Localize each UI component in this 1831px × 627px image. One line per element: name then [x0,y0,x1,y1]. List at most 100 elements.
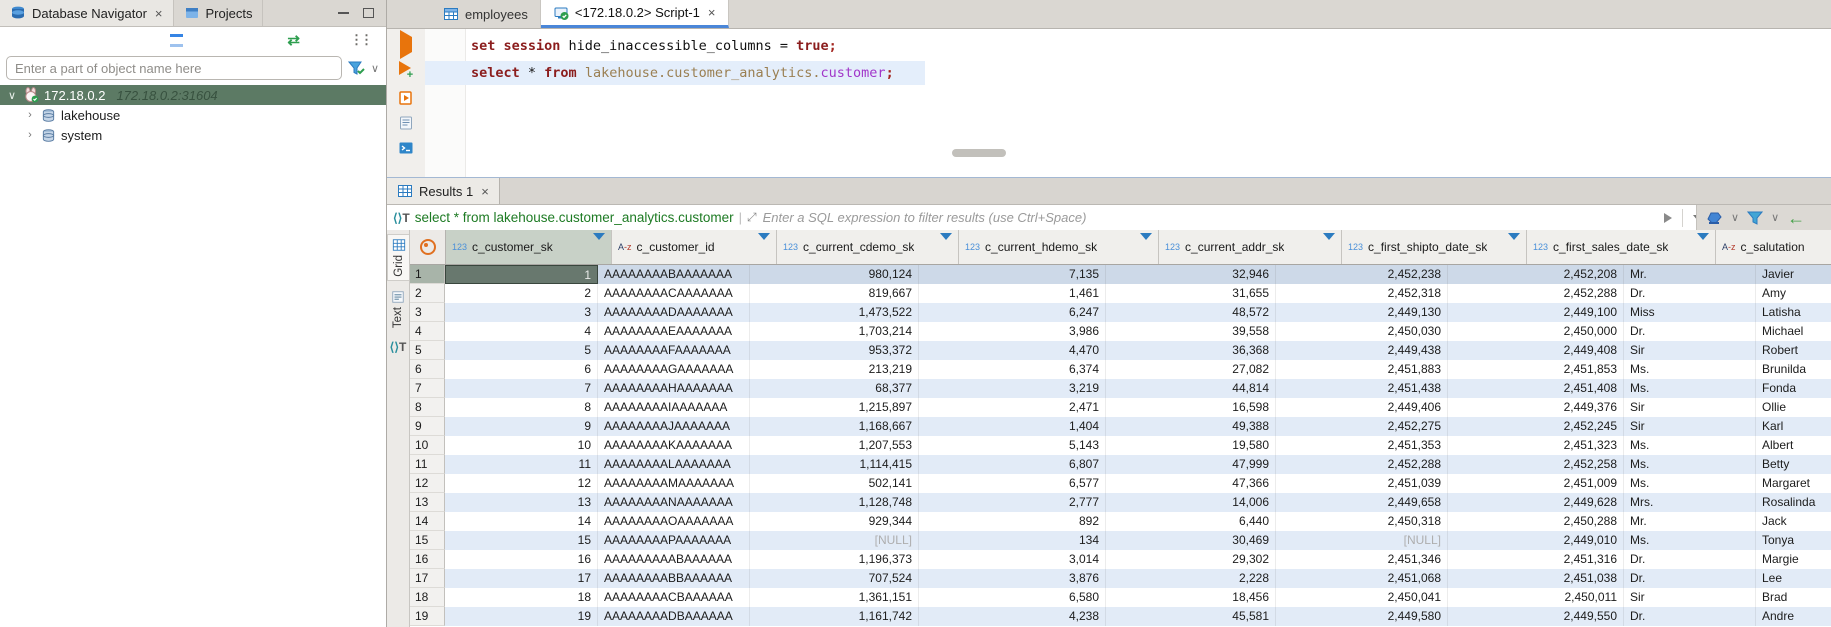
view-menu-icon[interactable]: ⋮⋮ [350,32,370,48]
tree-item-lakehouse[interactable]: ›lakehouse [0,105,386,125]
grid-cell[interactable]: Sir [1624,398,1756,417]
grid-cell[interactable]: 13 [445,493,598,512]
result-grid[interactable]: 123c_customer_skA-zc_customer_id123c_cur… [410,230,1831,627]
grid-cell[interactable]: 2,450,000 [1448,322,1624,341]
row-number[interactable]: 7 [410,379,445,398]
object-search-input[interactable] [6,56,342,80]
grid-cell[interactable]: 3,014 [919,550,1106,569]
grid-cell[interactable]: 2 [445,284,598,303]
grid-cell[interactable]: 4,238 [919,607,1106,626]
chevron-down-icon[interactable]: ∨ [371,62,379,75]
grid-cell[interactable]: Mr. [1624,512,1756,531]
grid-cell[interactable]: 2,451,316 [1448,550,1624,569]
grid-cell[interactable]: 19,580 [1106,436,1276,455]
table-row[interactable]: 1616AAAAAAAAABAAAAAA1,196,3733,01429,302… [410,550,1831,569]
grid-cell[interactable]: Michael [1756,322,1831,341]
grid-cell[interactable]: Margie [1756,550,1831,569]
grid-cell[interactable]: AAAAAAAAABAAAAAA [598,550,750,569]
grid-cell[interactable]: 2,449,408 [1448,341,1624,360]
grid-cell[interactable]: 4 [445,322,598,341]
table-row[interactable]: 22AAAAAAAACAAAAAAA819,6671,46131,6552,45… [410,284,1831,303]
grid-cell[interactable]: Dr. [1624,284,1756,303]
grid-cell[interactable]: 17 [445,569,598,588]
table-row[interactable]: 33AAAAAAAADAAAAAAA1,473,5226,24748,5722,… [410,303,1831,322]
grid-cell[interactable]: AAAAAAAABAAAAAAA [598,265,750,284]
grid-cell[interactable]: 8 [445,398,598,417]
grid-cell[interactable]: 2,451,408 [1448,379,1624,398]
grid-cell[interactable]: 2,451,009 [1448,474,1624,493]
column-header-c_first_shipto_date_sk[interactable]: 123c_first_shipto_date_sk [1342,230,1527,264]
grid-cell[interactable]: 213,219 [750,360,919,379]
grid-cell[interactable]: 16 [445,550,598,569]
grid-cell[interactable]: 6,247 [919,303,1106,322]
minimize-icon[interactable] [338,12,349,14]
grid-cell[interactable]: 7 [445,379,598,398]
grid-cell[interactable]: 2,450,030 [1276,322,1448,341]
sort-dropdown-icon[interactable] [1317,240,1335,255]
horizontal-scrollbar[interactable] [952,149,1006,157]
column-header-c_current_hdemo_sk[interactable]: 123c_current_hdemo_sk [959,230,1159,264]
grid-cell[interactable]: 3,876 [919,569,1106,588]
tab-script-1[interactable]: <172.18.0.2> Script-1 × [541,0,729,28]
grid-cell[interactable]: Jack [1756,512,1831,531]
grid-cell[interactable]: 2,449,628 [1448,493,1624,512]
grid-cell[interactable]: AAAAAAAADAAAAAAA [598,303,750,322]
code-line-2[interactable]: select * from lakehouse.customer_analyti… [471,60,1831,87]
grid-cell[interactable]: Sir [1624,588,1756,607]
previous-page-icon[interactable]: ← [1787,209,1805,227]
grid-cell[interactable]: 2,449,438 [1276,341,1448,360]
grid-cell[interactable]: 68,377 [750,379,919,398]
row-number[interactable]: 19 [410,607,445,626]
grid-cell[interactable]: 2,471 [919,398,1106,417]
grid-cell[interactable]: 18 [445,588,598,607]
column-header-c_first_sales_date_sk[interactable]: 123c_first_sales_date_sk [1527,230,1716,264]
sql-editor[interactable]: + set session hide_inaccessible_columns … [387,29,1831,177]
row-number[interactable]: 4 [410,322,445,341]
grid-cell[interactable]: AAAAAAAAHAAAAAAA [598,379,750,398]
results-filter-bar[interactable]: ⟨⟩T select * from lakehouse.customer_ana… [387,205,1831,231]
column-header-c_customer_sk[interactable]: 123c_customer_sk [446,230,612,264]
grid-cell[interactable]: 1,215,897 [750,398,919,417]
grid-cell[interactable]: Miss [1624,303,1756,322]
table-row[interactable]: 1717AAAAAAAABBAAAAAA707,5243,8762,2282,4… [410,569,1831,588]
grid-cell[interactable]: Robert [1756,341,1831,360]
grid-cell[interactable]: 1,473,522 [750,303,919,322]
row-number[interactable]: 6 [410,360,445,379]
grid-cell[interactable]: 3,986 [919,322,1106,341]
grid-cell[interactable]: AAAAAAAAMAAAAAAA [598,474,750,493]
row-number[interactable]: 14 [410,512,445,531]
grid-cell[interactable]: 1,128,748 [750,493,919,512]
column-header-c_salutation[interactable]: A-zc_salutation [1716,230,1831,264]
grid-cell[interactable]: 6,374 [919,360,1106,379]
sort-dropdown-icon[interactable] [1502,240,1520,255]
grid-cell[interactable]: 2,449,406 [1276,398,1448,417]
sort-dropdown-icon[interactable] [752,240,770,255]
grid-cell[interactable]: 2,450,041 [1276,588,1448,607]
grid-cell[interactable]: 45,581 [1106,607,1276,626]
grid-cell[interactable]: 29,302 [1106,550,1276,569]
tab-database-navigator[interactable]: Database Navigator × [0,0,174,26]
grid-cell[interactable]: 19 [445,607,598,626]
grid-cell[interactable]: 2,452,238 [1276,265,1448,284]
grid-cell[interactable]: 2,452,245 [1448,417,1624,436]
tree-item-172-18-0-2[interactable]: ∨172.18.0.2172.18.0.2:31604 [0,85,386,105]
sql-code[interactable]: set session hide_inaccessible_columns = … [471,33,1831,87]
grid-cell[interactable]: 18,456 [1106,588,1276,607]
eraser-icon[interactable] [1705,211,1723,225]
grid-cell[interactable]: 2,449,376 [1448,398,1624,417]
grid-cell[interactable]: 7,135 [919,265,1106,284]
grid-cell[interactable]: AAAAAAAANAAAAAAA [598,493,750,512]
grid-cell[interactable]: 11 [445,455,598,474]
grid-cell[interactable]: Sir [1624,417,1756,436]
row-number[interactable]: 12 [410,474,445,493]
row-number[interactable]: 15 [410,531,445,550]
grid-cell[interactable]: Fonda [1756,379,1831,398]
grid-cell[interactable]: 2,449,130 [1276,303,1448,322]
grid-cell[interactable]: Ms. [1624,436,1756,455]
grid-cell[interactable]: 2,452,288 [1448,284,1624,303]
grid-cell[interactable]: 9 [445,417,598,436]
grid-cell[interactable]: 2,449,100 [1448,303,1624,322]
grid-cell[interactable]: 6 [445,360,598,379]
grid-cell[interactable]: Betty [1756,455,1831,474]
table-row[interactable]: 1919AAAAAAAADBAAAAAA1,161,7424,23845,581… [410,607,1831,626]
